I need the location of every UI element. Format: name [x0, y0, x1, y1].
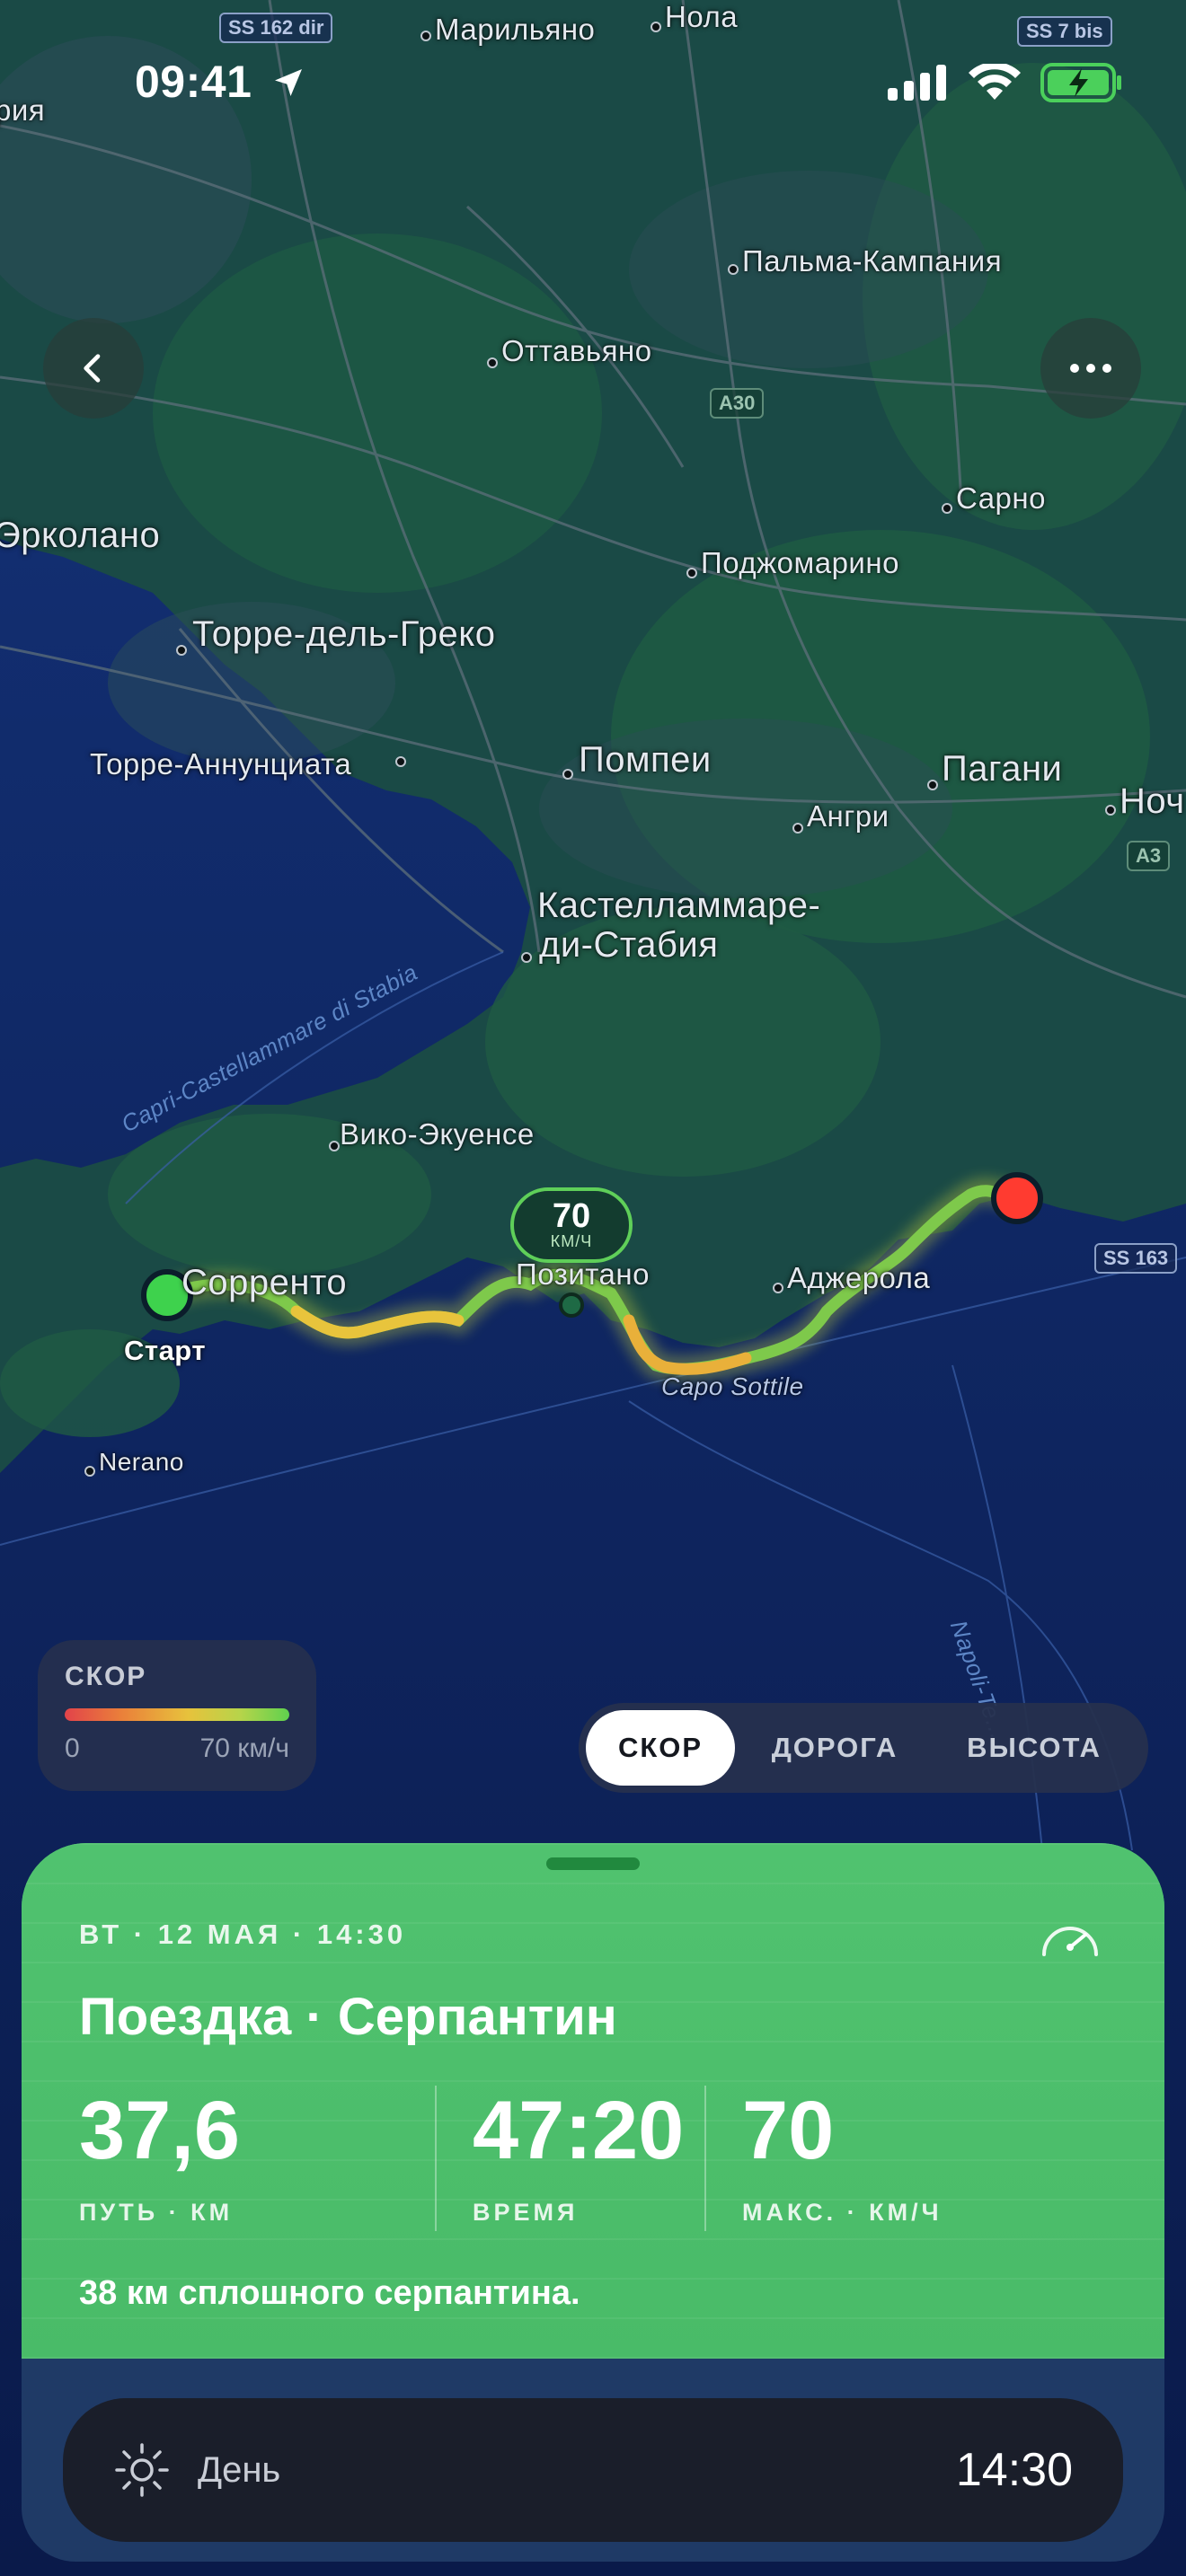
place-dot [728, 264, 739, 275]
place-dot [562, 769, 573, 780]
place-label: Сарно [956, 481, 1046, 515]
status-time: 09:41 [135, 56, 306, 108]
place-dot [1105, 805, 1116, 816]
trip-stats: 37,6 ПУТЬ · КМ 47:20 ВРЕМЯ 70 МАКС. · КМ… [79, 2086, 1112, 2238]
place-label: Capo Sottile [661, 1372, 804, 1400]
place-label: Торре-дель-Греко [192, 614, 496, 654]
waypoint-marker[interactable] [559, 1292, 584, 1318]
segment-elevation[interactable]: ВЫСОТА [934, 1710, 1134, 1786]
place-label: Пальма-Кампания [742, 244, 1003, 278]
location-arrow-icon [274, 69, 302, 96]
road-badge: A30 [710, 388, 765, 419]
sun-icon [115, 2443, 169, 2497]
legend-range: 0 70 км/ч [65, 1734, 289, 1764]
place-dot [521, 952, 532, 963]
place-label: Нола [665, 0, 739, 33]
trip-note: 38 км сплошного серпантина. [79, 2274, 580, 2312]
status-icons [888, 63, 1123, 102]
trip-date: ВТ · 12 МАЯ · 14:30 [79, 1919, 407, 1950]
speedometer-icon [1042, 1927, 1098, 1956]
place-label: Ангри [807, 799, 890, 833]
legend-gradient-bar [65, 1708, 289, 1721]
place-dot [942, 503, 952, 514]
place-dot [176, 645, 187, 656]
place-label: Сорренто [181, 1263, 348, 1302]
road-badge: SS 7 bis [1017, 16, 1112, 47]
stat-label: ВРЕМЯ [473, 2199, 579, 2226]
clock: 09:41 [135, 57, 252, 107]
battery-charging-icon [1040, 63, 1121, 102]
road-badge: A3 [1127, 841, 1171, 871]
more-button[interactable] [1040, 318, 1141, 419]
stat-divider [704, 2086, 706, 2231]
segment-speed[interactable]: СКОР [586, 1710, 735, 1786]
road-badge: SS 163 [1094, 1243, 1178, 1274]
stat-label: МАКС. · КМ/Ч [742, 2199, 943, 2226]
road-badge: SS 162 dir [219, 13, 333, 43]
place-label: Ноч [1120, 781, 1185, 821]
speed-marker-unit: КМ/Ч [550, 1231, 593, 1250]
place-dot [395, 756, 406, 767]
place-label: Оттавьяно [501, 334, 652, 367]
place-dot [420, 31, 431, 41]
trip-title: Поездка · Серпантин [79, 1988, 617, 2046]
stat-max-speed: 70 МАКС. · КМ/Ч [742, 2086, 1084, 2238]
more-icon [1070, 364, 1111, 373]
cellular-signal-icon [888, 65, 946, 101]
legend-max: 70 км/ч [199, 1734, 289, 1763]
trip-summary-sheet[interactable]: ВТ · 12 МАЯ · 14:30 Поездка · Серпантин … [22, 1843, 1164, 2562]
time-of-day-value: 14:30 [955, 2444, 1073, 2496]
place-dot [927, 780, 938, 790]
sheet-grabber[interactable] [546, 1857, 640, 1870]
time-of-day-label: День [198, 2449, 281, 2490]
place-label: Вико-Экуенсе [340, 1117, 535, 1151]
place-label: Позитано [516, 1257, 650, 1291]
stat-label: ПУТЬ · КМ [79, 2199, 234, 2226]
stat-divider [435, 2086, 437, 2231]
map-mode-segmented-control[interactable]: СКОР ДОРОГА ВЫСОТА [579, 1703, 1148, 1793]
legend-title: СКОР [65, 1662, 147, 1691]
speed-marker-value: 70 [552, 1196, 591, 1235]
place-label: Поджомарино [701, 546, 899, 579]
time-of-day-row[interactable]: День 14:30 [63, 2398, 1123, 2542]
legend-min: 0 [65, 1734, 80, 1763]
place-label: Кастелламмаре- [537, 886, 821, 925]
stat-value: 47:20 [473, 2085, 685, 2176]
end-marker[interactable] [991, 1172, 1043, 1224]
place-label: Марильяно [435, 13, 596, 46]
place-label: Помпеи [579, 740, 712, 780]
stat-time: 47:20 ВРЕМЯ [473, 2086, 704, 2238]
place-label: Пагани [942, 749, 1063, 789]
place-label: рия [0, 93, 46, 127]
place-dot [487, 357, 498, 368]
stat-distance: 37,6 ПУТЬ · КМ [79, 2086, 435, 2238]
back-button[interactable] [43, 318, 144, 419]
wifi-icon [969, 64, 1021, 100]
place-label: ди-Стабия [539, 925, 719, 965]
speed-marker[interactable]: 70 КМ/Ч [510, 1187, 633, 1263]
place-label: Nerano [99, 1448, 184, 1476]
place-dot [84, 1466, 95, 1477]
chevron-left-icon [84, 354, 101, 383]
place-label: Аджерола [787, 1261, 931, 1294]
stat-value: 37,6 [79, 2085, 241, 2176]
stat-value: 70 [742, 2085, 835, 2176]
place-label: Торре-Аннунциата [90, 747, 352, 781]
segment-road[interactable]: ДОРОГА [735, 1710, 934, 1786]
place-dot [651, 22, 661, 32]
place-dot [686, 568, 697, 578]
place-dot [792, 823, 803, 834]
place-dot [329, 1141, 340, 1151]
speed-legend: СКОР 0 70 км/ч [38, 1640, 316, 1791]
place-label: Эрколано [0, 516, 161, 555]
place-dot [773, 1283, 783, 1293]
start-label: Старт [124, 1335, 207, 1366]
